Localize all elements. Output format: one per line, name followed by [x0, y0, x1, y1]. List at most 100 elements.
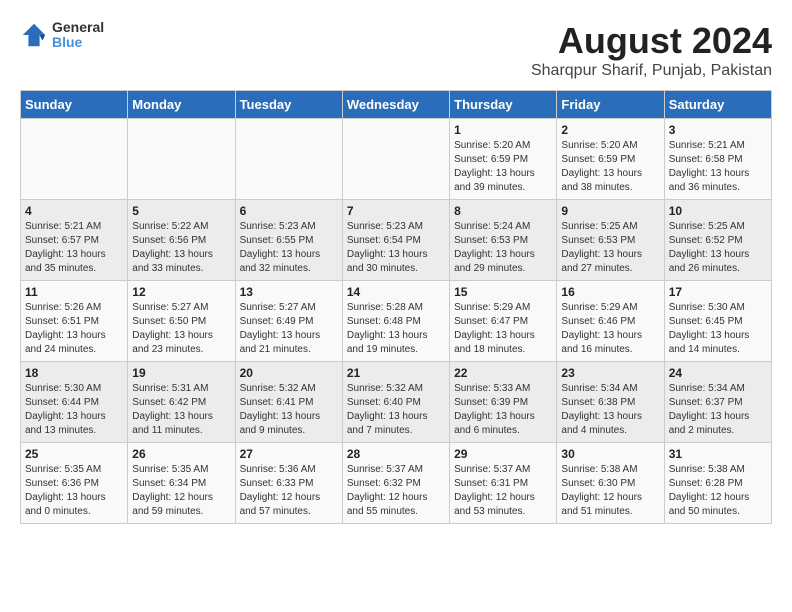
- calendar-cell: 1 Sunrise: 5:20 AMSunset: 6:59 PMDaylight…: [450, 119, 557, 200]
- day-number: 14: [347, 285, 445, 299]
- calendar-cell: 13 Sunrise: 5:27 AMSunset: 6:49 PMDayligh…: [235, 281, 342, 362]
- day-detail: Sunrise: 5:25 AMSunset: 6:53 PMDaylight:…: [561, 220, 659, 276]
- day-number: 20: [240, 366, 338, 380]
- calendar-cell: [235, 119, 342, 200]
- day-header-monday: Monday: [128, 91, 235, 119]
- calendar-cell: 8 Sunrise: 5:24 AMSunset: 6:53 PMDaylight…: [450, 200, 557, 281]
- day-detail: Sunrise: 5:35 AMSunset: 6:36 PMDaylight:…: [25, 463, 123, 519]
- day-number: 25: [25, 447, 123, 461]
- day-detail: Sunrise: 5:28 AMSunset: 6:48 PMDaylight:…: [347, 301, 445, 357]
- day-number: 18: [25, 366, 123, 380]
- day-number: 26: [132, 447, 230, 461]
- day-number: 24: [669, 366, 767, 380]
- calendar-cell: 6 Sunrise: 5:23 AMSunset: 6:55 PMDaylight…: [235, 200, 342, 281]
- day-number: 8: [454, 204, 552, 218]
- day-detail: Sunrise: 5:38 AMSunset: 6:30 PMDaylight:…: [561, 463, 659, 519]
- day-detail: Sunrise: 5:32 AMSunset: 6:41 PMDaylight:…: [240, 382, 338, 438]
- calendar-cell: 24 Sunrise: 5:34 AMSunset: 6:37 PMDayligh…: [664, 362, 771, 443]
- calendar-cell: [342, 119, 449, 200]
- logo-line1: General: [52, 20, 104, 35]
- calendar-cell: 7 Sunrise: 5:23 AMSunset: 6:54 PMDaylight…: [342, 200, 449, 281]
- calendar-cell: [21, 119, 128, 200]
- calendar-cell: 23Sunrise: 5:34 AMSunset: 6:38 PMDayligh…: [557, 362, 664, 443]
- calendar-table: SundayMondayTuesdayWednesdayThursdayFrid…: [20, 90, 772, 524]
- day-number: 2: [561, 123, 659, 137]
- day-detail: Sunrise: 5:20 AMSunset: 6:59 PMDaylight:…: [561, 139, 659, 195]
- day-number: 31: [669, 447, 767, 461]
- day-number: 1: [454, 123, 552, 137]
- day-detail: Sunrise: 5:29 AMSunset: 6:47 PMDaylight:…: [454, 301, 552, 357]
- day-detail: Sunrise: 5:37 AMSunset: 6:31 PMDaylight:…: [454, 463, 552, 519]
- calendar-cell: 15 Sunrise: 5:29 AMSunset: 6:47 PMDayligh…: [450, 281, 557, 362]
- day-number: 4: [25, 204, 123, 218]
- day-header-thursday: Thursday: [450, 91, 557, 119]
- calendar-cell: 17 Sunrise: 5:30 AMSunset: 6:45 PMDayligh…: [664, 281, 771, 362]
- calendar-cell: 4 Sunrise: 5:21 AMSunset: 6:57 PMDaylight…: [21, 200, 128, 281]
- calendar-cell: 28 Sunrise: 5:37 AMSunset: 6:32 PMDayligh…: [342, 443, 449, 524]
- day-header-friday: Friday: [557, 91, 664, 119]
- calendar-cell: 11Sunrise: 5:26 AMSunset: 6:51 PMDayligh…: [21, 281, 128, 362]
- day-detail: Sunrise: 5:27 AMSunset: 6:49 PMDaylight:…: [240, 301, 338, 357]
- day-detail: Sunrise: 5:34 AMSunset: 6:37 PMDaylight:…: [669, 382, 767, 438]
- logo-icon: [20, 21, 48, 49]
- calendar-cell: 3Sunrise: 5:21 AMSunset: 6:58 PMDaylight…: [664, 119, 771, 200]
- day-number: 16: [561, 285, 659, 299]
- calendar-week-row: 4 Sunrise: 5:21 AMSunset: 6:57 PMDaylight…: [21, 200, 772, 281]
- calendar-cell: 31 Sunrise: 5:38 AMSunset: 6:28 PMDayligh…: [664, 443, 771, 524]
- day-detail: Sunrise: 5:32 AMSunset: 6:40 PMDaylight:…: [347, 382, 445, 438]
- logo-text: General Blue: [52, 20, 104, 51]
- calendar-week-row: 11Sunrise: 5:26 AMSunset: 6:51 PMDayligh…: [21, 281, 772, 362]
- day-number: 22: [454, 366, 552, 380]
- day-number: 10: [669, 204, 767, 218]
- day-number: 12: [132, 285, 230, 299]
- day-number: 13: [240, 285, 338, 299]
- day-header-sunday: Sunday: [21, 91, 128, 119]
- day-number: 7: [347, 204, 445, 218]
- day-number: 15: [454, 285, 552, 299]
- day-detail: Sunrise: 5:22 AMSunset: 6:56 PMDaylight:…: [132, 220, 230, 276]
- page-header: General Blue August 2024 Sharqpur Sharif…: [20, 20, 772, 80]
- day-number: 28: [347, 447, 445, 461]
- day-detail: Sunrise: 5:31 AMSunset: 6:42 PMDaylight:…: [132, 382, 230, 438]
- day-detail: Sunrise: 5:36 AMSunset: 6:33 PMDaylight:…: [240, 463, 338, 519]
- day-detail: Sunrise: 5:30 AMSunset: 6:44 PMDaylight:…: [25, 382, 123, 438]
- calendar-cell: 14 Sunrise: 5:28 AMSunset: 6:48 PMDayligh…: [342, 281, 449, 362]
- day-number: 19: [132, 366, 230, 380]
- calendar-cell: [128, 119, 235, 200]
- day-detail: Sunrise: 5:21 AMSunset: 6:57 PMDaylight:…: [25, 220, 123, 276]
- day-number: 9: [561, 204, 659, 218]
- day-header-tuesday: Tuesday: [235, 91, 342, 119]
- day-header-saturday: Saturday: [664, 91, 771, 119]
- logo-line2: Blue: [52, 35, 104, 50]
- calendar-cell: 30Sunrise: 5:38 AMSunset: 6:30 PMDayligh…: [557, 443, 664, 524]
- day-detail: Sunrise: 5:27 AMSunset: 6:50 PMDaylight:…: [132, 301, 230, 357]
- day-number: 21: [347, 366, 445, 380]
- calendar-cell: 22Sunrise: 5:33 AMSunset: 6:39 PMDayligh…: [450, 362, 557, 443]
- calendar-subtitle: Sharqpur Sharif, Punjab, Pakistan: [531, 62, 772, 80]
- day-detail: Sunrise: 5:26 AMSunset: 6:51 PMDaylight:…: [25, 301, 123, 357]
- title-block: August 2024 Sharqpur Sharif, Punjab, Pak…: [531, 20, 772, 80]
- calendar-week-row: 25 Sunrise: 5:35 AMSunset: 6:36 PMDayligh…: [21, 443, 772, 524]
- day-detail: Sunrise: 5:23 AMSunset: 6:54 PMDaylight:…: [347, 220, 445, 276]
- calendar-cell: 29 Sunrise: 5:37 AMSunset: 6:31 PMDayligh…: [450, 443, 557, 524]
- day-detail: Sunrise: 5:30 AMSunset: 6:45 PMDaylight:…: [669, 301, 767, 357]
- calendar-cell: 16 Sunrise: 5:29 AMSunset: 6:46 PMDayligh…: [557, 281, 664, 362]
- calendar-cell: 10 Sunrise: 5:25 AMSunset: 6:52 PMDayligh…: [664, 200, 771, 281]
- day-number: 29: [454, 447, 552, 461]
- calendar-cell: 21 Sunrise: 5:32 AMSunset: 6:40 PMDayligh…: [342, 362, 449, 443]
- day-detail: Sunrise: 5:25 AMSunset: 6:52 PMDaylight:…: [669, 220, 767, 276]
- calendar-cell: 20 Sunrise: 5:32 AMSunset: 6:41 PMDayligh…: [235, 362, 342, 443]
- day-number: 23: [561, 366, 659, 380]
- calendar-week-row: 18 Sunrise: 5:30 AMSunset: 6:44 PMDayligh…: [21, 362, 772, 443]
- day-detail: Sunrise: 5:23 AMSunset: 6:55 PMDaylight:…: [240, 220, 338, 276]
- logo: General Blue: [20, 20, 104, 51]
- calendar-cell: 25 Sunrise: 5:35 AMSunset: 6:36 PMDayligh…: [21, 443, 128, 524]
- day-number: 6: [240, 204, 338, 218]
- day-number: 17: [669, 285, 767, 299]
- day-detail: Sunrise: 5:37 AMSunset: 6:32 PMDaylight:…: [347, 463, 445, 519]
- day-detail: Sunrise: 5:24 AMSunset: 6:53 PMDaylight:…: [454, 220, 552, 276]
- calendar-cell: 18 Sunrise: 5:30 AMSunset: 6:44 PMDayligh…: [21, 362, 128, 443]
- day-detail: Sunrise: 5:20 AMSunset: 6:59 PMDaylight:…: [454, 139, 552, 195]
- day-detail: Sunrise: 5:38 AMSunset: 6:28 PMDaylight:…: [669, 463, 767, 519]
- day-detail: Sunrise: 5:29 AMSunset: 6:46 PMDaylight:…: [561, 301, 659, 357]
